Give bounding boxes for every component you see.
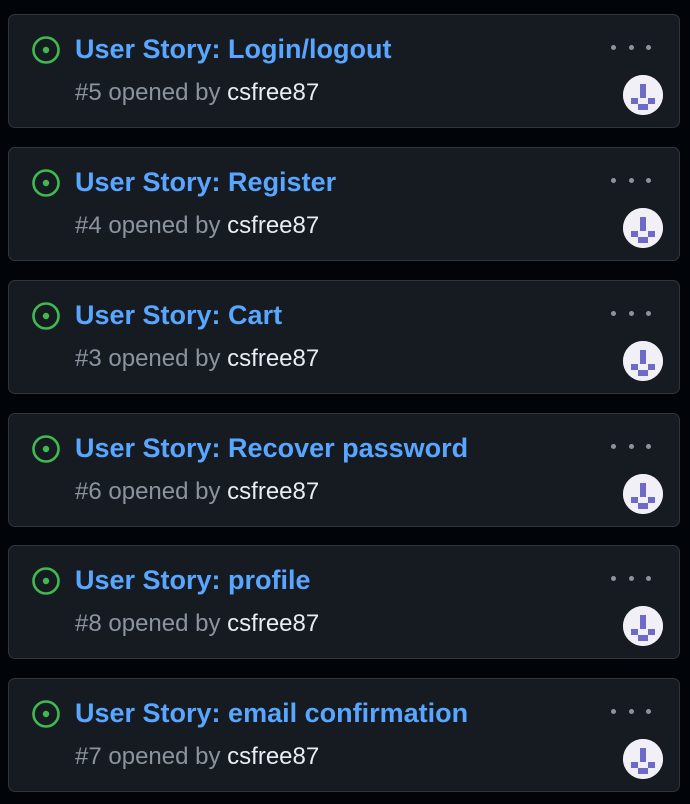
issue-meta: #8 opened by csfree87: [75, 609, 319, 639]
issue-meta: #4 opened by csfree87: [75, 211, 319, 241]
author-link[interactable]: csfree87: [227, 610, 319, 637]
issue-card[interactable]: User Story: Login/logout #5 opened by cs…: [8, 14, 680, 128]
identicon-avatar-icon: [623, 208, 663, 248]
issue-list: User Story: Login/logout #5 opened by cs…: [0, 0, 690, 804]
more-options-button[interactable]: [611, 170, 651, 190]
author-link[interactable]: csfree87: [227, 743, 319, 770]
issue-number: #5: [75, 79, 102, 106]
issue-opened-icon: [32, 36, 60, 64]
dot-icon: [646, 708, 651, 714]
dot-icon: [628, 575, 634, 581]
more-options-button[interactable]: [611, 303, 651, 323]
dot-icon: [611, 575, 616, 581]
identicon-avatar-icon: [623, 474, 663, 514]
issue-meta: #5 opened by csfree87: [75, 78, 319, 108]
author-link[interactable]: csfree87: [227, 478, 319, 505]
opened-by-label: opened by: [108, 79, 221, 106]
issue-meta: #7 opened by csfree87: [75, 742, 319, 772]
issue-number: #6: [75, 478, 102, 505]
issue-number: #3: [75, 345, 102, 372]
opened-by-label: opened by: [108, 478, 221, 505]
author-link[interactable]: csfree87: [227, 79, 319, 106]
identicon-avatar-icon: [623, 739, 663, 779]
dot-icon: [611, 310, 616, 316]
dot-icon: [646, 443, 651, 449]
dot-icon: [628, 177, 634, 183]
avatar[interactable]: [623, 75, 663, 115]
dot-icon: [646, 177, 651, 183]
avatar[interactable]: [623, 739, 663, 779]
identicon-avatar-icon: [623, 75, 663, 115]
issue-opened-icon: [32, 302, 60, 330]
issue-title-link[interactable]: User Story: email confirmation: [75, 697, 468, 729]
issue-number: #8: [75, 610, 102, 637]
identicon-avatar-icon: [623, 341, 663, 381]
more-options-button[interactable]: [611, 568, 651, 588]
dot-icon: [611, 708, 616, 714]
issue-card[interactable]: User Story: profile #8 opened by csfree8…: [8, 545, 680, 659]
issue-number: #4: [75, 212, 102, 239]
issue-title-link[interactable]: User Story: profile: [75, 564, 311, 596]
issue-title-link[interactable]: User Story: Cart: [75, 299, 282, 331]
dot-icon: [611, 177, 616, 183]
issue-number: #7: [75, 743, 102, 770]
issue-title-link[interactable]: User Story: Login/logout: [75, 33, 392, 65]
issue-opened-icon: [32, 700, 60, 728]
opened-by-label: opened by: [108, 743, 221, 770]
issue-card[interactable]: User Story: Register #4 opened by csfree…: [8, 147, 680, 261]
opened-by-label: opened by: [108, 212, 221, 239]
dot-icon: [611, 443, 616, 449]
dot-icon: [628, 708, 634, 714]
issue-card[interactable]: User Story: Recover password #6 opened b…: [8, 413, 680, 527]
avatar[interactable]: [623, 606, 663, 646]
issue-title-link[interactable]: User Story: Recover password: [75, 432, 468, 464]
issue-opened-icon: [32, 169, 60, 197]
dot-icon: [611, 44, 616, 50]
more-options-button[interactable]: [611, 436, 651, 456]
issue-title-link[interactable]: User Story: Register: [75, 166, 336, 198]
issue-meta: #3 opened by csfree87: [75, 344, 319, 374]
identicon-avatar-icon: [623, 606, 663, 646]
avatar[interactable]: [623, 341, 663, 381]
issue-opened-icon: [32, 435, 60, 463]
dot-icon: [628, 44, 634, 50]
opened-by-label: opened by: [108, 610, 221, 637]
dot-icon: [628, 310, 634, 316]
avatar[interactable]: [623, 208, 663, 248]
dot-icon: [646, 310, 651, 316]
more-options-button[interactable]: [611, 701, 651, 721]
more-options-button[interactable]: [611, 37, 651, 57]
opened-by-label: opened by: [108, 345, 221, 372]
issue-card[interactable]: User Story: Cart #3 opened by csfree87: [8, 280, 680, 394]
dot-icon: [628, 443, 634, 449]
author-link[interactable]: csfree87: [227, 212, 319, 239]
dot-icon: [646, 575, 651, 581]
author-link[interactable]: csfree87: [227, 345, 319, 372]
avatar[interactable]: [623, 474, 663, 514]
issue-opened-icon: [32, 567, 60, 595]
issue-card[interactable]: User Story: email confirmation #7 opened…: [8, 678, 680, 792]
issue-meta: #6 opened by csfree87: [75, 477, 319, 507]
dot-icon: [646, 44, 651, 50]
